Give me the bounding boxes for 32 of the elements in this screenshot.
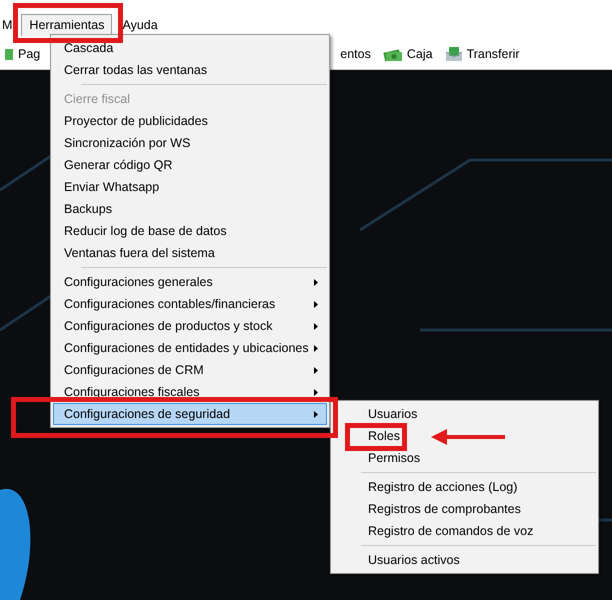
menu-item[interactable]: Registros de comprobantes (367, 498, 522, 520)
menu-item[interactable]: Usuarios (367, 403, 418, 425)
menu-item[interactable]: Backups (53, 198, 327, 220)
menu-item[interactable]: Configuraciones generales (53, 271, 327, 293)
menu-item[interactable]: Usuarios activos (367, 549, 461, 571)
menu-item[interactable]: Reducir log de base de datos (53, 220, 327, 242)
menu-bar-item[interactable]: M (0, 14, 20, 36)
menu-item[interactable]: Configuraciones de productos y stock (53, 315, 327, 337)
menu-item[interactable]: Cascada (53, 37, 327, 59)
menu-item[interactable]: Generar código QR (53, 154, 327, 176)
menu-bar-item[interactable]: Herramientas (21, 14, 112, 36)
toolbar-label[interactable]: Pag (18, 46, 40, 60)
menu-item[interactable]: Configuraciones fiscales (53, 381, 327, 403)
menu-item[interactable]: Roles (367, 425, 401, 447)
menu-item[interactable]: Proyector de publicidades (53, 110, 327, 132)
menu-item[interactable]: Registro de comandos de voz (367, 520, 534, 542)
menu-item[interactable]: Registro de acciones (Log) (367, 476, 518, 498)
menu-item[interactable]: Permisos (367, 447, 422, 469)
menu-item[interactable]: Configuraciones de CRM (53, 359, 327, 381)
highlight-frame (345, 423, 407, 451)
document-icon (4, 46, 14, 60)
menu-item[interactable]: Configuraciones de entidades y ubicaciones (53, 337, 327, 359)
menu-item[interactable]: Configuraciones contables/financieras (53, 293, 327, 315)
menu-item[interactable]: Configuraciones de seguridad (53, 403, 327, 425)
toolbar-label[interactable]: entos (340, 46, 371, 60)
menu-item[interactable]: Enviar Whatsapp (53, 176, 327, 198)
menu-item[interactable]: Sincronización por WS (53, 132, 327, 154)
toolbar-label[interactable]: Transferir (466, 46, 520, 60)
envelope-money-icon (444, 46, 463, 62)
toolbar-label[interactable]: Caja (406, 46, 433, 60)
menu-item[interactable]: Cerrar todas las ventanas (53, 59, 327, 81)
menu-item[interactable]: Ventanas fuera del sistema (53, 242, 327, 264)
